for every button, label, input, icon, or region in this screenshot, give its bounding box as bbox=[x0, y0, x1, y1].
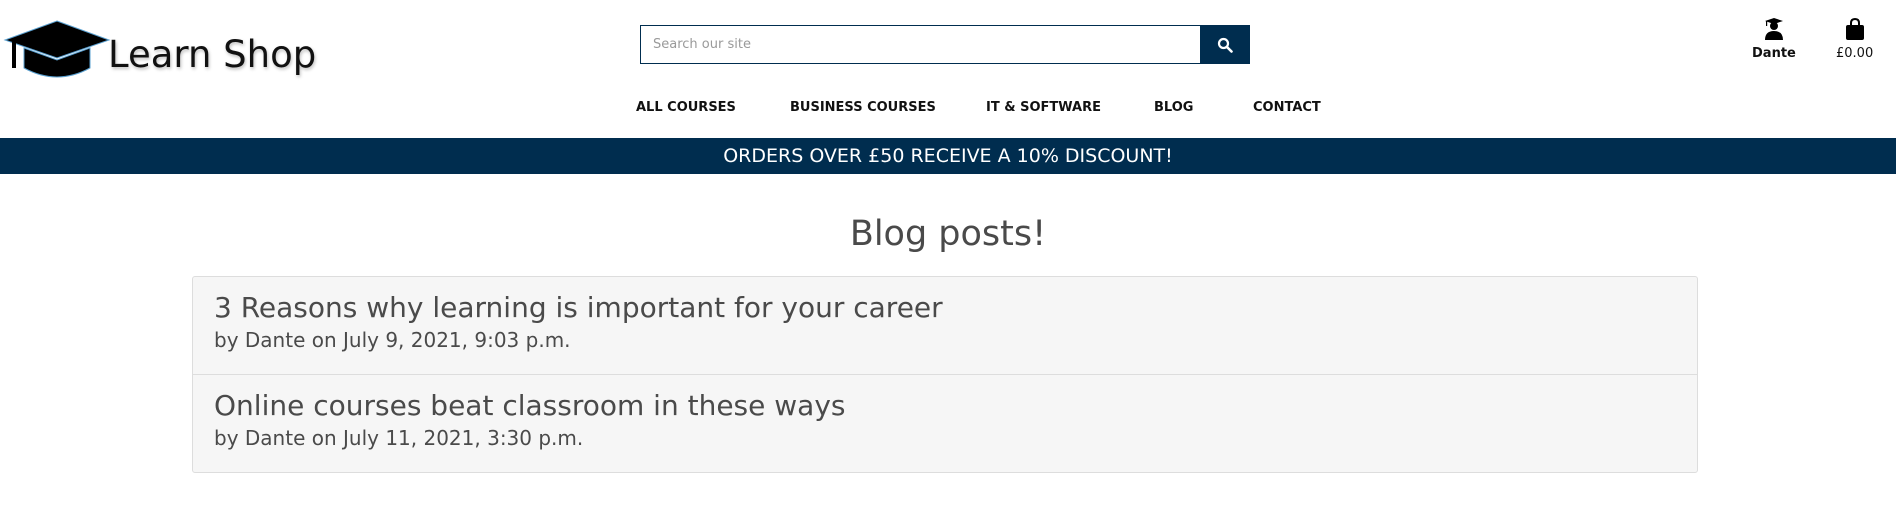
blog-post-meta: by Dante on July 11, 2021, 3:30 p.m. bbox=[214, 426, 584, 450]
search-form bbox=[640, 25, 1250, 64]
blog-post-list: 3 Reasons why learning is important for … bbox=[192, 276, 1698, 473]
blog-post-item: Online courses beat classroom in these w… bbox=[193, 375, 1697, 472]
nav-it-software[interactable]: IT & SOFTWARE bbox=[986, 100, 1101, 115]
logo-link[interactable]: Learn Shop bbox=[2, 12, 316, 82]
account-button[interactable]: Dante bbox=[1752, 18, 1796, 61]
nav-all-courses[interactable]: ALL COURSES bbox=[636, 100, 736, 115]
cart-button[interactable]: £0.00 bbox=[1836, 18, 1873, 61]
search-icon bbox=[1217, 37, 1233, 53]
blog-post-title[interactable]: Online courses beat classroom in these w… bbox=[214, 389, 1676, 422]
account-label: Dante bbox=[1752, 46, 1796, 61]
discount-banner: ORDERS OVER £50 RECEIVE A 10% DISCOUNT! bbox=[0, 138, 1896, 174]
search-input[interactable] bbox=[641, 26, 1200, 63]
user-graduate-icon bbox=[1764, 18, 1783, 40]
logo-text: Learn Shop bbox=[108, 33, 317, 76]
nav-contact[interactable]: CONTACT bbox=[1253, 100, 1321, 115]
nav-business-courses[interactable]: BUSINESS COURSES bbox=[790, 100, 936, 115]
main-nav: ALL COURSES BUSINESS COURSES IT & SOFTWA… bbox=[0, 100, 1896, 120]
blog-post-title[interactable]: 3 Reasons why learning is important for … bbox=[214, 291, 1676, 324]
graduation-cap-icon bbox=[3, 20, 111, 78]
page-title: Blog posts! bbox=[849, 214, 1047, 254]
blog-post-item: 3 Reasons why learning is important for … bbox=[193, 277, 1697, 375]
shopping-bag-icon bbox=[1845, 18, 1864, 40]
blog-post-meta: by Dante on July 9, 2021, 9:03 p.m. bbox=[214, 328, 571, 352]
cart-total: £0.00 bbox=[1836, 46, 1874, 61]
nav-blog[interactable]: BLOG bbox=[1154, 100, 1193, 115]
search-button[interactable] bbox=[1200, 26, 1249, 63]
